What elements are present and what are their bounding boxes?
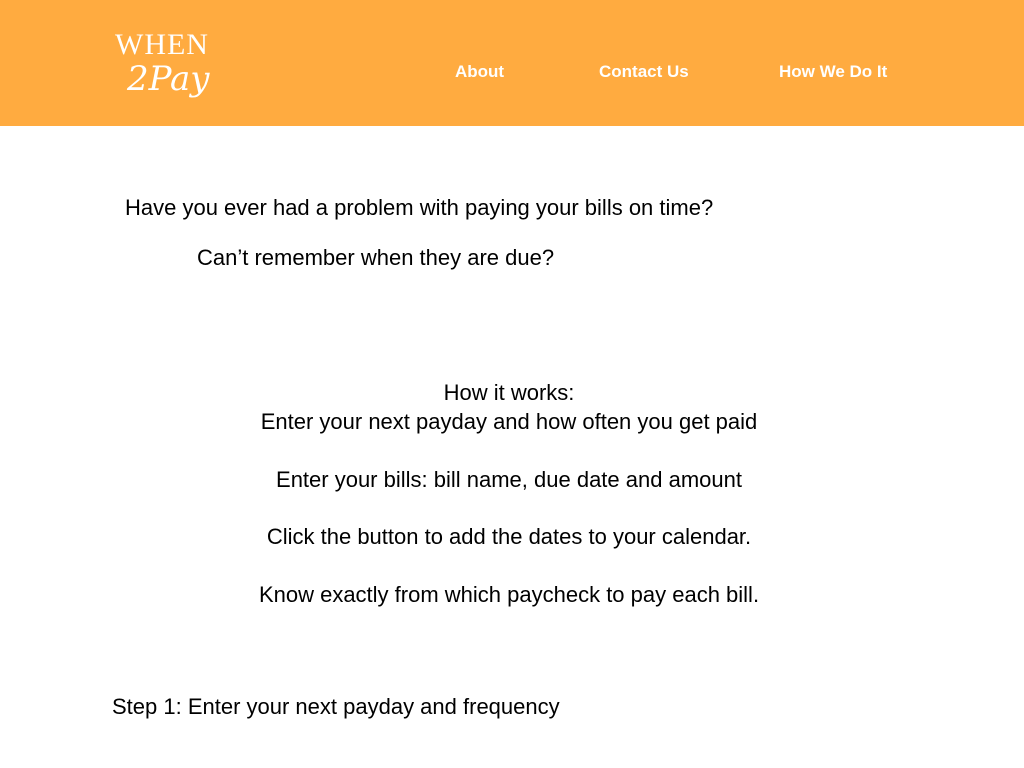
nav-link-about[interactable]: About xyxy=(455,62,504,82)
how-it-works-step-bills: Enter your bills: bill name, due date an… xyxy=(276,467,742,492)
how-it-works-step-payday: Enter your next payday and how often you… xyxy=(260,409,758,434)
logo-text-2pay: 2Pay xyxy=(127,59,210,99)
when2pay-logo[interactable]: WHEN 2Pay xyxy=(115,28,265,103)
intro-question-bills-on-time: Have you ever had a problem with paying … xyxy=(125,195,714,220)
step1-heading: Step 1: Enter your next payday and frequ… xyxy=(112,694,560,719)
site-header: WHEN 2Pay About Contact Us How We Do It xyxy=(0,0,1024,126)
nav-link-contact-us[interactable]: Contact Us xyxy=(599,62,689,82)
intro-question-due-dates: Can’t remember when they are due? xyxy=(197,245,555,270)
how-it-works-step-calendar: Click the button to add the dates to you… xyxy=(266,524,752,549)
logo-text-when: WHEN xyxy=(115,28,209,61)
nav-link-how-we-do-it[interactable]: How We Do It xyxy=(779,62,887,82)
how-it-works-step-paycheck: Know exactly from which paycheck to pay … xyxy=(258,582,760,607)
how-it-works-title: How it works: xyxy=(443,380,575,405)
